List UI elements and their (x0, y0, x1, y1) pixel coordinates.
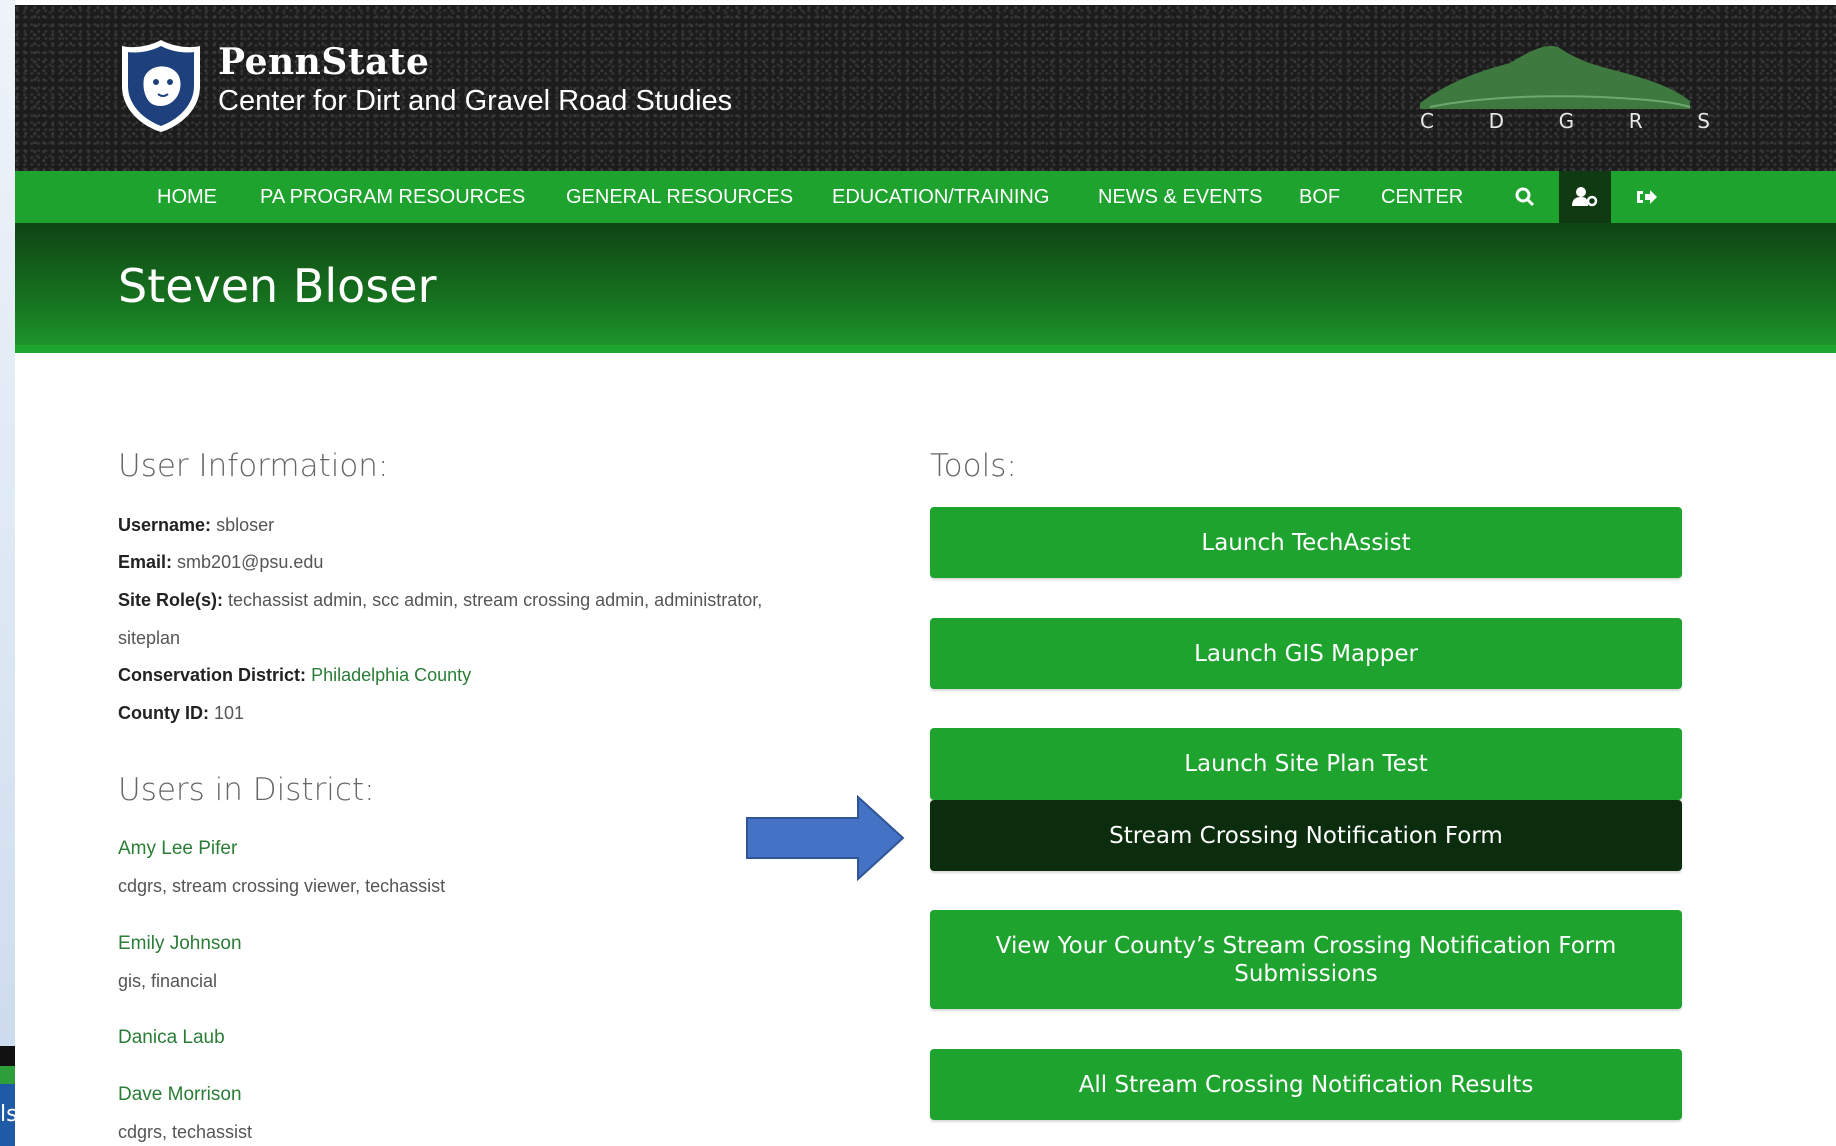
county-id-line: County ID: 101 (118, 703, 245, 723)
nav-center[interactable]: CENTER (1381, 171, 1463, 223)
conservation-district-line: Conservation District: Philadelphia Coun… (118, 665, 472, 685)
cdgrs-letter: D (1488, 109, 1504, 133)
slide-edge-text: ls (0, 1084, 15, 1146)
users-in-district-heading: Users in District: (118, 772, 375, 808)
district-user-name[interactable]: Danica Laub (118, 1027, 225, 1049)
cdgrs-letter: C (1420, 109, 1434, 133)
username-line: Username: sbloser (118, 515, 275, 535)
email-line: Email: smb201@psu.edu (118, 552, 324, 572)
cdgrs-letter: G (1558, 109, 1575, 133)
search-icon[interactable] (1499, 171, 1551, 223)
launch-site-plan-test-button[interactable]: Launch Site Plan Test (930, 728, 1682, 800)
nav-education-training[interactable]: EDUCATION/TRAINING (832, 171, 1049, 223)
webpage: PennState Center for Dirt and Gravel Roa… (15, 0, 1836, 1146)
nav-bof[interactable]: BOF (1299, 171, 1340, 223)
page-title-band: Steven Bloser (15, 223, 1836, 353)
pennstate-shield-logo[interactable] (118, 38, 204, 134)
site-roles-line: Site Role(s): techassist admin, scc admi… (118, 590, 763, 610)
district-user-roles: cdgrs, techassist (118, 1122, 253, 1142)
launch-gis-mapper-button[interactable]: Launch GIS Mapper (930, 618, 1682, 689)
tools-heading: Tools: (930, 448, 1017, 484)
nav-pa-program-resources[interactable]: PA PROGRAM RESOURCES (260, 171, 525, 223)
district-user-roles: cdgrs, stream crossing viewer, techassis… (118, 876, 446, 896)
background-slide-edge: ls (0, 0, 15, 1146)
cdgrs-letter: S (1697, 109, 1710, 133)
district-user-name[interactable]: Emily Johnson (118, 933, 242, 955)
site-roles-line-2: siteplan (118, 628, 181, 648)
district-user-name[interactable]: Dave Morrison (118, 1084, 242, 1106)
cdgrs-letter: R (1628, 109, 1643, 133)
view-county-submissions-button[interactable]: View Your County’s Stream Crossing Notif… (930, 910, 1682, 1009)
annotation-arrow-right-icon (746, 795, 905, 881)
launch-techassist-button[interactable]: Launch TechAssist (930, 507, 1682, 578)
cdgrs-letters: C D G R S (1420, 109, 1710, 133)
brand-name[interactable]: PennState (218, 41, 429, 83)
nav-general-resources[interactable]: GENERAL RESOURCES (566, 171, 793, 223)
all-stream-crossing-results-button[interactable]: All Stream Crossing Notification Results (930, 1049, 1682, 1120)
nav-home[interactable]: HOME (157, 171, 217, 223)
page-title: Steven Bloser (118, 259, 437, 313)
brand-subtitle[interactable]: Center for Dirt and Gravel Road Studies (218, 85, 732, 118)
site-header: PennState Center for Dirt and Gravel Roa… (15, 5, 1836, 171)
user-information-heading: User Information: (118, 448, 389, 484)
user-gear-icon[interactable] (1559, 171, 1611, 223)
nav-news-events[interactable]: NEWS & EVENTS (1098, 171, 1262, 223)
stream-crossing-notification-form-button[interactable]: Stream Crossing Notification Form (930, 800, 1682, 871)
district-user-roles: gis, financial (118, 971, 218, 991)
district-user-name[interactable]: Amy Lee Pifer (118, 838, 237, 860)
district-link[interactable]: Philadelphia County (311, 665, 471, 685)
sign-out-icon[interactable] (1621, 171, 1673, 223)
main-nav: HOME PA PROGRAM RESOURCES GENERAL RESOUR… (15, 171, 1836, 223)
